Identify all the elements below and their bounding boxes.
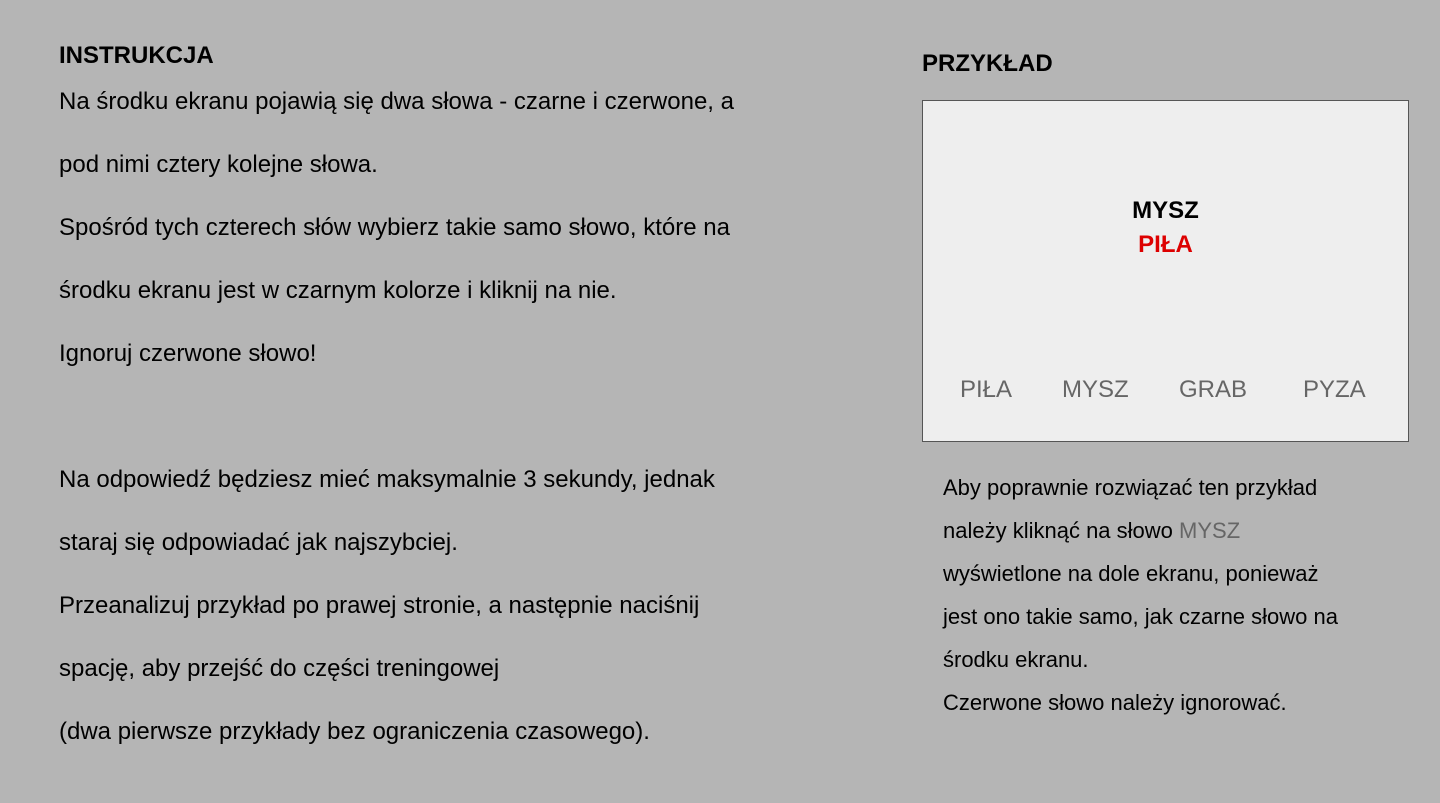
option-mysz[interactable]: MYSZ bbox=[1062, 374, 1129, 406]
instruction-line: staraj się odpowiadać jak najszybciej. bbox=[59, 529, 458, 556]
explanation-line: Aby poprawnie rozwiązać ten przykład bbox=[943, 475, 1318, 500]
explanation-line: należy kliknąć na słowo MYSZ bbox=[943, 516, 1393, 559]
instruction-line: środku ekranu jest w czarnym kolorze i k… bbox=[59, 277, 617, 304]
black-target-word: MYSZ bbox=[1132, 197, 1199, 224]
instruction-line: pod nimi cztery kolejne słowa. bbox=[59, 151, 378, 178]
instruction-line: Spośród tych czterech słów wybierz takie… bbox=[59, 214, 730, 241]
instruction-line: Na środku ekranu pojawią się dwa słowa -… bbox=[59, 88, 734, 115]
instruction-line: Ignoruj czerwone słowo! bbox=[59, 340, 317, 367]
instruction-line: Na odpowiedź będziesz mieć maksymalnie 3… bbox=[59, 466, 715, 493]
instructions-text: Na środku ekranu pojawią się dwa słowa -… bbox=[59, 86, 819, 779]
instruction-line: (dwa pierwsze przykłady bez ograniczenia… bbox=[59, 718, 650, 745]
explanation-line: Czerwone słowo należy ignorować. bbox=[943, 690, 1287, 715]
explanation-text: należy kliknąć na słowo bbox=[943, 518, 1180, 543]
instruction-line: Przeanalizuj przykład po prawej stronie,… bbox=[59, 592, 700, 619]
example-explanation: Aby poprawnie rozwiązać ten przykład nal… bbox=[943, 473, 1393, 731]
example-heading: PRZYKŁAD bbox=[922, 50, 1053, 77]
red-distractor-word: PIŁA bbox=[1138, 231, 1193, 258]
instructions-heading: INSTRUKCJA bbox=[59, 42, 214, 69]
instruction-line: spację, aby przejść do części treningowe… bbox=[59, 655, 500, 682]
example-panel: PRZYKŁAD MYSZ PIŁA PIŁA MYSZ GRAB PYZA A… bbox=[922, 48, 1409, 715]
highlighted-word: MYSZ bbox=[1179, 518, 1241, 543]
option-pila[interactable]: PIŁA bbox=[960, 374, 1012, 406]
option-grab[interactable]: GRAB bbox=[1179, 374, 1247, 406]
instructions-panel: INSTRUKCJA Na środku ekranu pojawią się … bbox=[59, 40, 819, 779]
explanation-line: jest ono takie samo, jak czarne słowo na bbox=[943, 604, 1338, 629]
option-pyza[interactable]: PYZA bbox=[1303, 374, 1366, 406]
answer-options: PIŁA MYSZ GRAB PYZA bbox=[923, 374, 1408, 406]
explanation-line: środku ekranu. bbox=[943, 647, 1089, 672]
example-box: MYSZ PIŁA PIŁA MYSZ GRAB PYZA bbox=[922, 100, 1409, 442]
explanation-line: wyświetlone na dole ekranu, ponieważ bbox=[943, 561, 1319, 586]
